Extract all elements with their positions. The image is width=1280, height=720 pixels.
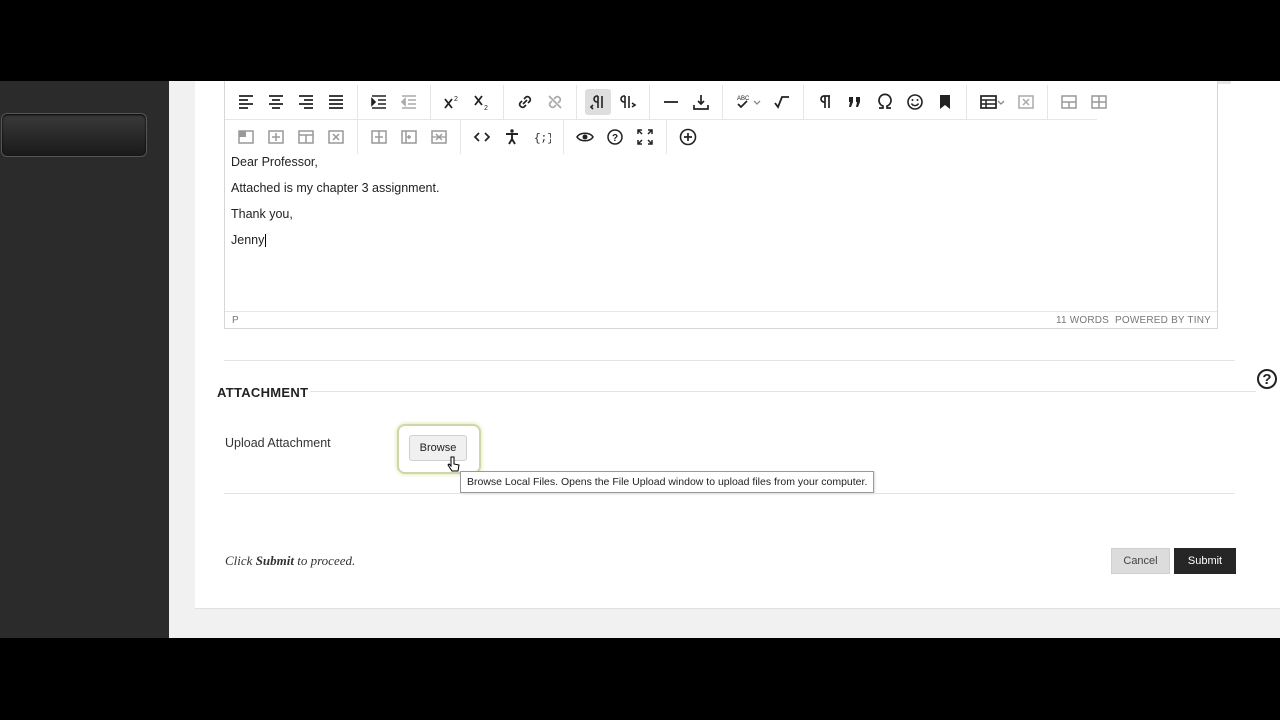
accessibility-icon[interactable] [499, 124, 525, 150]
justify-icon[interactable] [323, 89, 349, 115]
source-code-icon[interactable] [469, 124, 495, 150]
hand-cursor-icon [447, 456, 460, 472]
subscript-icon[interactable]: 2 [469, 89, 495, 115]
sidebar [0, 81, 169, 638]
superscript-icon[interactable]: 2 [439, 89, 465, 115]
special-char-icon[interactable] [872, 89, 898, 115]
divider-bottom [224, 493, 1235, 494]
svg-text:2: 2 [484, 105, 488, 111]
submit-instruction: Click Submit to proceed. [225, 553, 356, 568]
content-line-4: Jenny [231, 233, 267, 248]
attachment-section-title: ATTACHMENT [217, 385, 309, 400]
horizontal-rule-icon[interactable] [658, 89, 684, 115]
toolbar-row-2: {;} ? [225, 120, 709, 154]
align-center-icon[interactable] [263, 89, 289, 115]
outdent-icon[interactable] [396, 89, 422, 115]
table-icon[interactable] [975, 89, 1009, 115]
align-left-icon[interactable] [233, 89, 259, 115]
delete-col-icon[interactable] [323, 124, 349, 150]
split-cell-icon[interactable] [366, 124, 392, 150]
section-divider [310, 391, 1256, 392]
rich-text-editor[interactable]: 2 2 ABC {; ? Dear Professor, Attached is… [224, 81, 1218, 329]
indent-icon[interactable] [366, 89, 392, 115]
text-caret [265, 234, 267, 248]
merge-cell-icon[interactable] [396, 124, 422, 150]
app-frame: 2 2 ABC {; ? Dear Professor, Attached is… [0, 81, 1280, 638]
ltr-icon[interactable] [585, 89, 611, 115]
insert-icon[interactable] [688, 89, 714, 115]
main-area: 2 2 ABC {; ? Dear Professor, Attached is… [169, 81, 1280, 638]
align-right-icon[interactable] [293, 89, 319, 115]
paragraph-icon[interactable] [812, 89, 838, 115]
help-icon[interactable]: ? [1257, 369, 1277, 389]
template-icon[interactable]: {;} [529, 124, 555, 150]
help-circle-icon[interactable]: ? [602, 124, 628, 150]
editor-content[interactable]: Dear Professor, Attached is my chapter 3… [231, 156, 439, 260]
svg-text:2: 2 [454, 96, 458, 103]
assignment-card: 2 2 ABC {; ? Dear Professor, Attached is… [195, 81, 1280, 609]
fullscreen-icon[interactable] [632, 124, 658, 150]
toolbar-row-1: 2 2 ABC [225, 85, 1107, 120]
row-after-icon[interactable] [1086, 89, 1112, 115]
delete-table-icon[interactable] [1013, 89, 1039, 115]
svg-text:?: ? [612, 133, 618, 144]
insert-col-after-icon[interactable] [293, 124, 319, 150]
content-line-2: Attached is my chapter 3 assignment. [231, 181, 440, 195]
delete-row-icon[interactable] [426, 124, 452, 150]
blockquote-icon[interactable] [842, 89, 868, 115]
browse-tooltip: Browse Local Files. Opens the File Uploa… [460, 471, 875, 493]
divider [224, 360, 1235, 361]
submit-button[interactable]: Submit [1174, 548, 1236, 574]
bookmark-icon[interactable] [932, 89, 958, 115]
math-icon[interactable] [769, 89, 795, 115]
preview-icon[interactable] [572, 124, 598, 150]
insert-col-before-icon[interactable] [263, 124, 289, 150]
add-content-icon[interactable] [675, 124, 701, 150]
word-count[interactable]: 11 WORDS [1056, 315, 1109, 326]
powered-by-link[interactable]: POWERED BY TINY [1115, 315, 1211, 326]
svg-text:ABC: ABC [737, 96, 750, 102]
unlink-icon[interactable] [542, 89, 568, 115]
link-icon[interactable] [512, 89, 538, 115]
element-path[interactable]: P [232, 315, 239, 326]
instruction-submit-word: Submit [255, 553, 294, 568]
rtl-icon[interactable] [615, 89, 641, 115]
browse-highlight: Browse [397, 424, 481, 474]
svg-text:{;}: {;} [534, 133, 551, 145]
sidebar-button[interactable] [1, 113, 147, 157]
content-line-1: Dear Professor, [231, 155, 318, 169]
cell-props-icon[interactable] [233, 124, 259, 150]
cancel-button[interactable]: Cancel [1111, 548, 1170, 574]
word-count-area: 11 WORDS POWERED BY TINY [1056, 315, 1211, 326]
emoji-icon[interactable] [902, 89, 928, 115]
upload-attachment-label: Upload Attachment [225, 436, 331, 450]
content-line-3: Thank you, [231, 207, 293, 221]
editor-statusbar: P 11 WORDS POWERED BY TINY [225, 311, 1217, 328]
spellcheck-icon[interactable]: ABC [731, 89, 765, 115]
row-before-icon[interactable] [1056, 89, 1082, 115]
